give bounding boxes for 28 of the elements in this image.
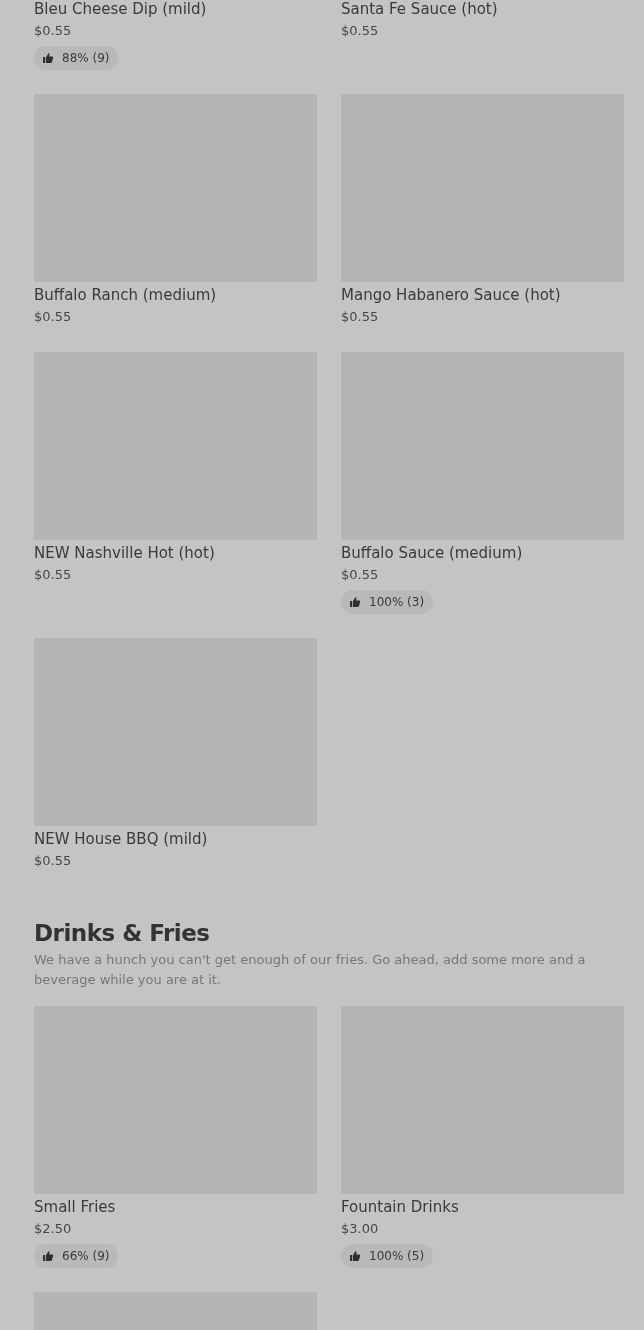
rating-text: 66% (9) — [62, 1249, 110, 1263]
item-price: $0.55 — [34, 22, 72, 40]
section-title: Drinks & Fries — [34, 919, 211, 948]
rating-text: 100% (5) — [369, 1249, 425, 1263]
item-name: Bleu Cheese Dip (mild) — [34, 0, 207, 20]
item-name: Santa Fe Sauce (hot) — [341, 0, 498, 20]
section-description: We have a hunch you can't get enough of our fries. Go ahead, add some more and a beverage while you are at it. — [34, 951, 587, 989]
item-price: $0.55 — [34, 308, 72, 326]
thumbs-up-icon — [349, 1250, 361, 1262]
item-price: $0.55 — [341, 22, 379, 40]
rating-text: 100% (3) — [369, 595, 425, 609]
item-name: Small Fries — [34, 1197, 116, 1218]
item-name: Buffalo Ranch (medium) — [34, 285, 217, 306]
item-name: NEW Nashville Hot (hot) — [34, 543, 215, 564]
item-name: Mango Habanero Sauce (hot) — [341, 285, 561, 306]
item-name: Fountain Drinks — [341, 1197, 459, 1218]
thumbs-up-icon — [42, 52, 54, 64]
thumbs-up-icon — [42, 1250, 54, 1262]
item-name: Buffalo Sauce (medium) — [341, 543, 523, 564]
rating-text: 88% (9) — [62, 51, 110, 65]
item-price: $0.55 — [341, 308, 379, 326]
thumbs-up-icon — [349, 596, 361, 608]
item-price: $0.55 — [341, 566, 379, 584]
item-price: $0.55 — [34, 852, 72, 870]
item-price: $3.00 — [341, 1220, 379, 1238]
item-price: $2.50 — [34, 1220, 72, 1238]
item-name: NEW House BBQ (mild) — [34, 829, 208, 850]
item-price: $0.55 — [34, 566, 72, 584]
